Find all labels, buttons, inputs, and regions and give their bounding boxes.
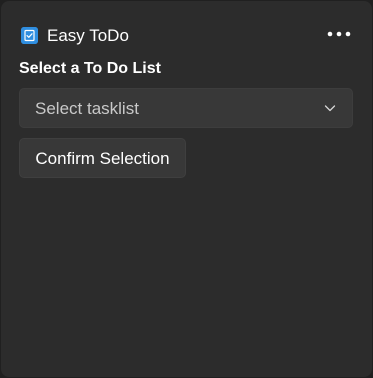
more-options-button[interactable] bbox=[324, 21, 354, 47]
todo-widget: Easy ToDo Select a To Do List Select tas… bbox=[1, 1, 372, 377]
more-horizontal-icon bbox=[327, 31, 351, 37]
tasklist-select[interactable]: Select tasklist bbox=[19, 88, 353, 128]
confirm-selection-button[interactable]: Confirm Selection bbox=[19, 138, 186, 178]
widget-header: Easy ToDo bbox=[1, 1, 372, 55]
app-title: Easy ToDo bbox=[47, 26, 129, 45]
tasklist-select-placeholder: Select tasklist bbox=[35, 99, 139, 118]
confirm-selection-label: Confirm Selection bbox=[35, 149, 170, 168]
chevron-down-icon bbox=[324, 102, 336, 114]
section-heading: Select a To Do List bbox=[19, 60, 161, 77]
todo-checkbox-icon bbox=[21, 27, 38, 44]
